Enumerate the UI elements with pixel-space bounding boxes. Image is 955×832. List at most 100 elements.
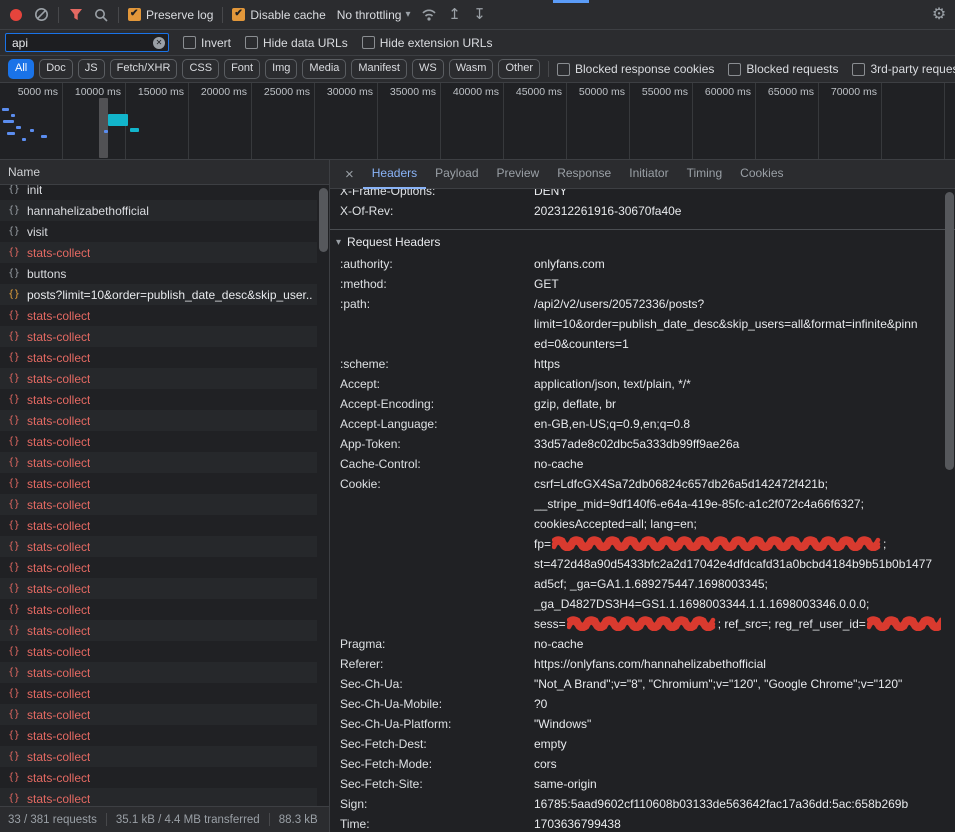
request-headers-section[interactable]: ▾Request Headers bbox=[330, 229, 955, 254]
type-filter-manifest[interactable]: Manifest bbox=[351, 59, 407, 78]
request-row[interactable]: {}stats-collect bbox=[0, 515, 317, 536]
request-row[interactable]: {}stats-collect bbox=[0, 473, 317, 494]
header-row: Sec-Fetch-Site:same-origin bbox=[340, 774, 941, 794]
import-har-button[interactable]: ↥ bbox=[446, 5, 462, 25]
type-filter-fetch-xhr[interactable]: Fetch/XHR bbox=[110, 59, 178, 78]
tab-initiator[interactable]: Initiator bbox=[620, 160, 677, 189]
request-row[interactable]: {}stats-collect bbox=[0, 368, 317, 389]
type-filter-other[interactable]: Other bbox=[498, 59, 540, 78]
request-row[interactable]: {}stats-collect bbox=[0, 641, 317, 662]
fetch-xhr-icon: {} bbox=[7, 583, 21, 594]
waterfall-mark bbox=[30, 129, 34, 132]
chevron-down-icon: ▾ bbox=[405, 9, 410, 20]
type-filter-css[interactable]: CSS bbox=[182, 59, 219, 78]
request-name: visit bbox=[27, 225, 48, 239]
request-row[interactable]: {}stats-collect bbox=[0, 326, 317, 347]
tab-payload[interactable]: Payload bbox=[426, 160, 487, 189]
request-row[interactable]: {}stats-collect bbox=[0, 431, 317, 452]
type-filter-all[interactable]: All bbox=[8, 59, 34, 78]
name-column-label: Name bbox=[8, 165, 40, 179]
request-row[interactable]: {}stats-collect bbox=[0, 683, 317, 704]
filter-input[interactable] bbox=[5, 33, 169, 52]
filter-blocked-response-cookies-checkbox[interactable]: Blocked response cookies bbox=[557, 62, 714, 76]
request-name: stats-collect bbox=[27, 624, 90, 638]
header-value: GET bbox=[534, 274, 941, 294]
timeline-column: 30000 ms bbox=[315, 83, 378, 159]
clear-button[interactable] bbox=[33, 5, 49, 25]
type-filter-doc[interactable]: Doc bbox=[39, 59, 73, 78]
filter-toggle-button[interactable] bbox=[68, 5, 84, 25]
timeline-overview[interactable]: 5000 ms10000 ms15000 ms20000 ms25000 ms3… bbox=[0, 83, 955, 160]
request-row[interactable]: {}init bbox=[0, 185, 317, 200]
header-name: Sec-Ch-Ua-Mobile: bbox=[340, 694, 534, 714]
scrollbar-thumb[interactable] bbox=[945, 192, 954, 470]
type-filter-img[interactable]: Img bbox=[265, 59, 297, 78]
headers-scrollbar[interactable] bbox=[944, 189, 955, 832]
transferred-size: 35.1 kB / 4.4 MB transferred bbox=[116, 814, 260, 826]
request-row[interactable]: {}stats-collect bbox=[0, 662, 317, 683]
type-filter-font[interactable]: Font bbox=[224, 59, 260, 78]
request-row[interactable]: {}stats-collect bbox=[0, 557, 317, 578]
header-row: Time:1703636799438 bbox=[340, 814, 941, 832]
request-row[interactable]: {}stats-collect bbox=[0, 620, 317, 641]
tab-headers[interactable]: Headers bbox=[363, 160, 426, 189]
request-row[interactable]: {}visit bbox=[0, 221, 317, 242]
request-row[interactable]: {}stats-collect bbox=[0, 389, 317, 410]
request-row[interactable]: {}stats-collect bbox=[0, 746, 317, 767]
request-row[interactable]: {}stats-collect bbox=[0, 347, 317, 368]
request-row[interactable]: {}stats-collect bbox=[0, 242, 317, 263]
request-list-scrollbar[interactable] bbox=[318, 185, 329, 806]
disable-cache-checkbox[interactable]: Disable cache bbox=[232, 8, 325, 22]
scrollbar-thumb[interactable] bbox=[319, 188, 328, 252]
hide-extension-urls-checkbox[interactable]: Hide extension URLs bbox=[362, 36, 493, 50]
header-value-line: cors bbox=[534, 754, 941, 774]
header-value: 1703636799438 bbox=[534, 814, 941, 832]
fetch-xhr-icon: {} bbox=[7, 205, 21, 216]
throttling-select[interactable]: No throttling ▾ bbox=[335, 8, 413, 22]
header-name: Sec-Ch-Ua-Platform: bbox=[340, 714, 534, 734]
request-row[interactable]: {}buttons bbox=[0, 263, 317, 284]
close-details-button[interactable]: × bbox=[336, 166, 363, 183]
header-value: gzip, deflate, br bbox=[534, 394, 941, 414]
name-column-header[interactable]: Name bbox=[0, 160, 329, 185]
preserve-log-checkbox[interactable]: Preserve log bbox=[128, 8, 213, 22]
request-row[interactable]: {}stats-collect bbox=[0, 494, 317, 515]
type-filter-wasm[interactable]: Wasm bbox=[449, 59, 494, 78]
request-row[interactable]: {}stats-collect bbox=[0, 536, 317, 557]
checkbox-icon bbox=[852, 63, 865, 76]
clear-filter-icon[interactable]: ✕ bbox=[153, 37, 165, 49]
invert-checkbox[interactable]: Invert bbox=[183, 36, 231, 50]
record-button[interactable] bbox=[8, 5, 24, 25]
type-filter-ws[interactable]: WS bbox=[412, 59, 444, 78]
request-row[interactable]: {}hannahelizabethofficial bbox=[0, 200, 317, 221]
request-row[interactable]: {}stats-collect bbox=[0, 599, 317, 620]
network-conditions-button[interactable] bbox=[421, 5, 437, 25]
request-row[interactable]: {}stats-collect bbox=[0, 788, 317, 806]
request-name: stats-collect bbox=[27, 309, 90, 323]
type-filter-js[interactable]: JS bbox=[78, 59, 105, 78]
request-row[interactable]: {}posts?limit=10&order=publish_date_desc… bbox=[0, 284, 317, 305]
request-row[interactable]: {}stats-collect bbox=[0, 578, 317, 599]
request-row[interactable]: {}stats-collect bbox=[0, 704, 317, 725]
request-row[interactable]: {}stats-collect bbox=[0, 767, 317, 788]
filter-blocked-requests-checkbox[interactable]: Blocked requests bbox=[728, 62, 838, 76]
tab-timing[interactable]: Timing bbox=[678, 160, 732, 189]
export-har-button[interactable]: ↧ bbox=[471, 5, 487, 25]
request-row[interactable]: {}stats-collect bbox=[0, 452, 317, 473]
header-name: :path: bbox=[340, 294, 534, 354]
request-row[interactable]: {}stats-collect bbox=[0, 305, 317, 326]
waterfall-mark bbox=[130, 128, 139, 132]
tab-cookies[interactable]: Cookies bbox=[731, 160, 792, 189]
settings-button[interactable]: ⚙ bbox=[931, 5, 947, 25]
filter-3rd-party-requests-checkbox[interactable]: 3rd-party requests bbox=[852, 62, 955, 76]
devtools-network-panel: Preserve log Disable cache No throttling… bbox=[0, 0, 955, 832]
type-filter-media[interactable]: Media bbox=[302, 59, 346, 78]
tab-preview[interactable]: Preview bbox=[488, 160, 549, 189]
request-row[interactable]: {}stats-collect bbox=[0, 725, 317, 746]
search-button[interactable] bbox=[93, 5, 109, 25]
tab-response[interactable]: Response bbox=[548, 160, 620, 189]
request-row[interactable]: {}stats-collect bbox=[0, 410, 317, 431]
checkbox-icon bbox=[183, 36, 196, 49]
header-value-line: st=472d48a90d5433bfc2a2d17042e4dfdcafd31… bbox=[534, 554, 941, 574]
hide-data-urls-checkbox[interactable]: Hide data URLs bbox=[245, 36, 348, 50]
